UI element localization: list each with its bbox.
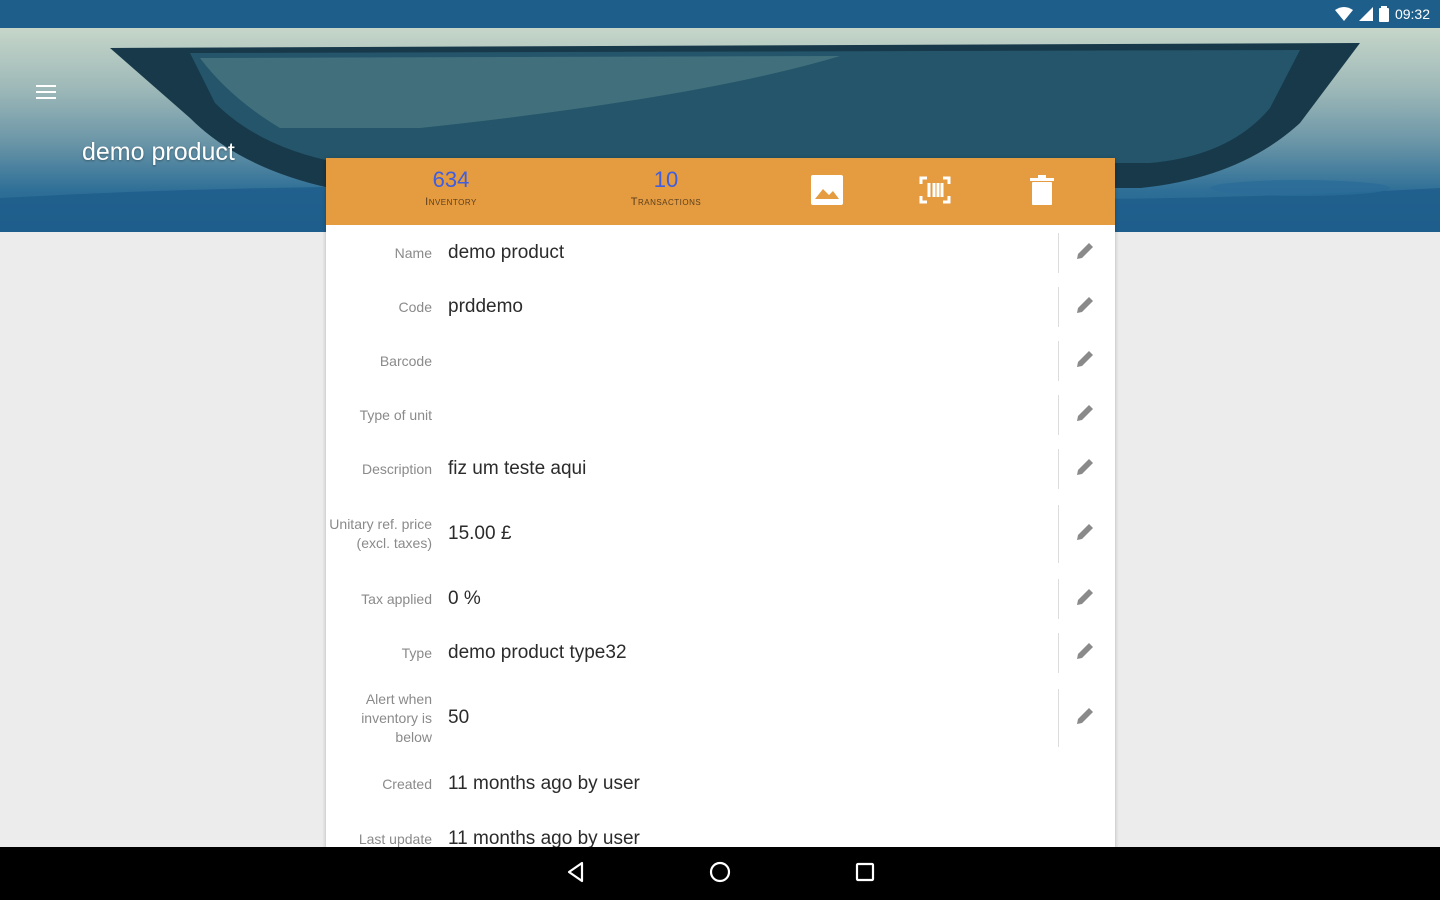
battery-icon [1378,6,1389,22]
field-value: demo product type32 [448,642,627,663]
back-icon [565,861,587,888]
pencil-icon [1075,522,1095,547]
field-row-description: Description fiz um teste aqui [326,443,1115,495]
field-row-name: Name demo product [326,227,1115,279]
field-row-code: Code prddemo [326,281,1115,333]
transactions-stat[interactable]: 10 Transactions [611,166,721,208]
field-value: fiz um teste aqui [448,458,587,479]
field-label: Tax applied [361,590,432,607]
edit-button[interactable] [1072,705,1098,731]
menu-icon [36,84,56,104]
edit-button[interactable] [1072,348,1098,374]
recents-button[interactable] [850,859,880,889]
divider [1058,233,1059,273]
inventory-label: Inventory [425,196,477,208]
divider [1058,633,1059,673]
transactions-count: 10 [653,167,679,192]
divider [1058,579,1059,619]
field-row-barcode: Barcode [326,335,1115,387]
edit-button[interactable] [1072,294,1098,320]
barcode-scan-icon [919,176,951,209]
divider [1058,449,1059,489]
field-label: Type [401,644,432,661]
field-label: Code [398,298,432,315]
product-toolbar: 634 Inventory 10 Transactions [326,158,1115,225]
field-label: Unitary ref. price (excl. taxes) [329,516,432,551]
recents-icon [855,862,875,887]
pencil-icon [1075,641,1095,666]
pencil-icon [1075,706,1095,731]
field-label: Created [382,775,432,792]
page-title: demo product [82,138,235,166]
home-icon [708,860,732,889]
edit-button[interactable] [1072,402,1098,428]
back-button[interactable] [561,859,591,889]
field-row-unit-type: Type of unit [326,389,1115,441]
divider [1058,395,1059,435]
image-icon [811,174,843,210]
signal-icon [1358,7,1373,21]
field-row-created: Created 11 months ago by user [326,758,1115,810]
divider [1058,287,1059,327]
pencil-icon [1075,349,1095,374]
transactions-label: Transactions [630,196,702,208]
field-row-tax: Tax applied 0 % [326,573,1115,625]
edit-button[interactable] [1072,456,1098,482]
edit-button[interactable] [1072,521,1098,547]
wifi-icon [1334,7,1353,21]
field-value: 0 % [448,588,481,609]
home-button[interactable] [705,859,735,889]
field-value: 11 months ago by user [448,773,640,794]
pencil-icon [1075,241,1095,266]
pencil-icon [1075,457,1095,482]
field-label: Description [361,460,432,477]
pencil-icon [1075,403,1095,428]
field-value: prddemo [448,296,523,317]
edit-button[interactable] [1072,640,1098,666]
edit-button[interactable] [1072,586,1098,612]
field-row-unit-price: Unitary ref. price (excl. taxes) 15.00 £ [326,499,1115,569]
inventory-stat[interactable]: 634 Inventory [411,166,491,208]
field-label: Alert when inventory is below [361,690,432,745]
divider [1058,341,1059,381]
field-label: Last update [358,830,432,847]
divider [1058,689,1059,747]
pencil-icon [1075,295,1095,320]
divider [1058,505,1059,563]
field-value: demo product [448,242,565,263]
field-label: Type of unit [359,406,432,423]
menu-button[interactable] [28,76,64,112]
product-card: 634 Inventory 10 Transactions Name demo … [326,158,1115,858]
field-value: 15.00 £ [448,523,512,544]
status-bar: 09:32 [0,0,1440,28]
delete-button[interactable] [1024,174,1060,210]
field-row-inventory-alert: Alert when inventory is below 50 [326,683,1115,753]
edit-button[interactable] [1072,240,1098,266]
pencil-icon [1075,587,1095,612]
delete-icon [1030,174,1054,210]
status-time: 09:32 [1394,6,1430,22]
image-button[interactable] [809,174,845,210]
scan-barcode-button[interactable] [917,174,953,210]
inventory-count: 634 [432,167,470,192]
system-nav-bar [0,847,1440,900]
field-label: Name [394,244,432,261]
field-label: Barcode [379,352,432,369]
field-row-type: Type demo product type32 [326,627,1115,679]
field-value: 50 [448,707,470,728]
